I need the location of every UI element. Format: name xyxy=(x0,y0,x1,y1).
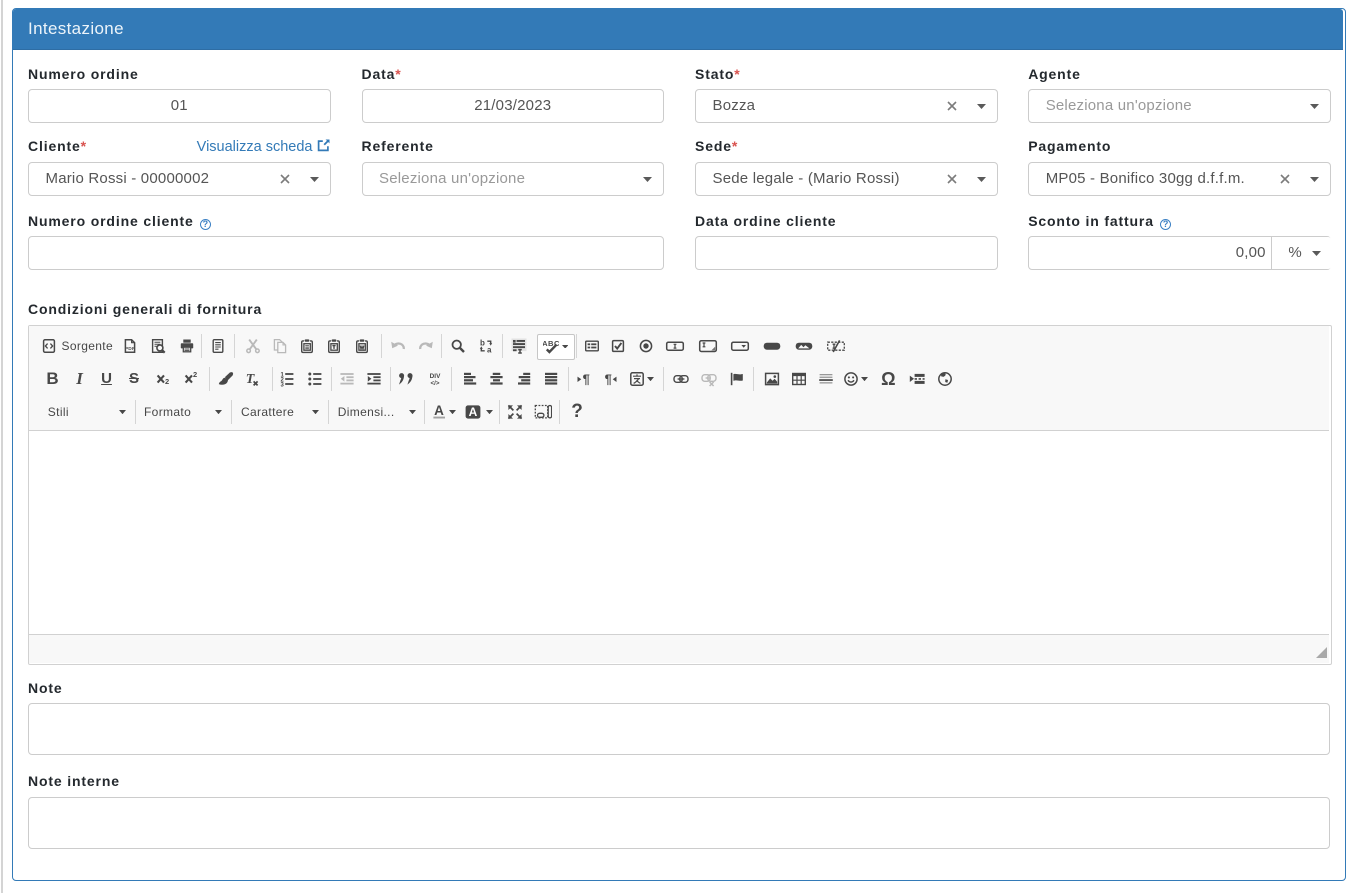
svg-text:A: A xyxy=(468,405,477,419)
svg-text:a: a xyxy=(487,346,492,355)
svg-text:¶: ¶ xyxy=(605,372,612,387)
svg-text:¶: ¶ xyxy=(582,372,589,387)
svg-text:PDF: PDF xyxy=(124,346,134,352)
svg-text:b: b xyxy=(480,339,485,348)
svg-text:A: A xyxy=(434,404,444,418)
svg-text:2: 2 xyxy=(193,371,197,379)
svg-text:ABC: ABC xyxy=(543,339,559,348)
svg-text:3: 3 xyxy=(281,382,285,387)
svg-text:2: 2 xyxy=(165,377,169,386)
svg-text:</>: </> xyxy=(430,380,439,387)
svg-text:DIV: DIV xyxy=(429,373,440,380)
